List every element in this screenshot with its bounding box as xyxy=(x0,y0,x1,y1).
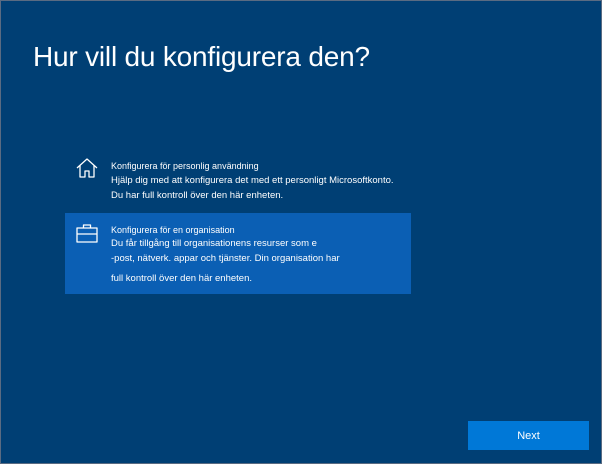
option-organization-desc-line: Du får tillgång till organisationens res… xyxy=(111,238,317,249)
option-organization-title: Konfigurera för en organisation xyxy=(111,225,235,235)
option-personal-use[interactable]: Konfigurera för personlig användning Hjä… xyxy=(65,149,411,211)
option-organization-desc-line: full kontroll över den här enheten. xyxy=(111,273,253,284)
option-personal-title: Konfigurera för personlig användning xyxy=(111,161,259,171)
next-button[interactable]: Next xyxy=(468,421,589,450)
page-title: Hur vill du konfigurera den? xyxy=(33,41,370,72)
setup-window: Hur vill du konfigurera den? Konfigurera… xyxy=(0,0,602,464)
option-personal-description: Hjälp dig med att konfigurera det med et… xyxy=(111,173,409,203)
option-organization[interactable]: Konfigurera för en organisation Du får t… xyxy=(65,213,411,294)
option-personal-desc-line: Du har full kontroll över den här enhete… xyxy=(111,190,284,201)
option-personal-desc-line: Hjälp dig med att konfigurera det med et… xyxy=(111,175,394,186)
briefcase-icon xyxy=(75,222,99,244)
option-organization-description: Du får tillgång till organisationens res… xyxy=(111,236,409,286)
option-organization-desc-line: -post, nätverk. appar och tjänster. Din … xyxy=(111,253,340,264)
home-icon xyxy=(75,157,99,179)
